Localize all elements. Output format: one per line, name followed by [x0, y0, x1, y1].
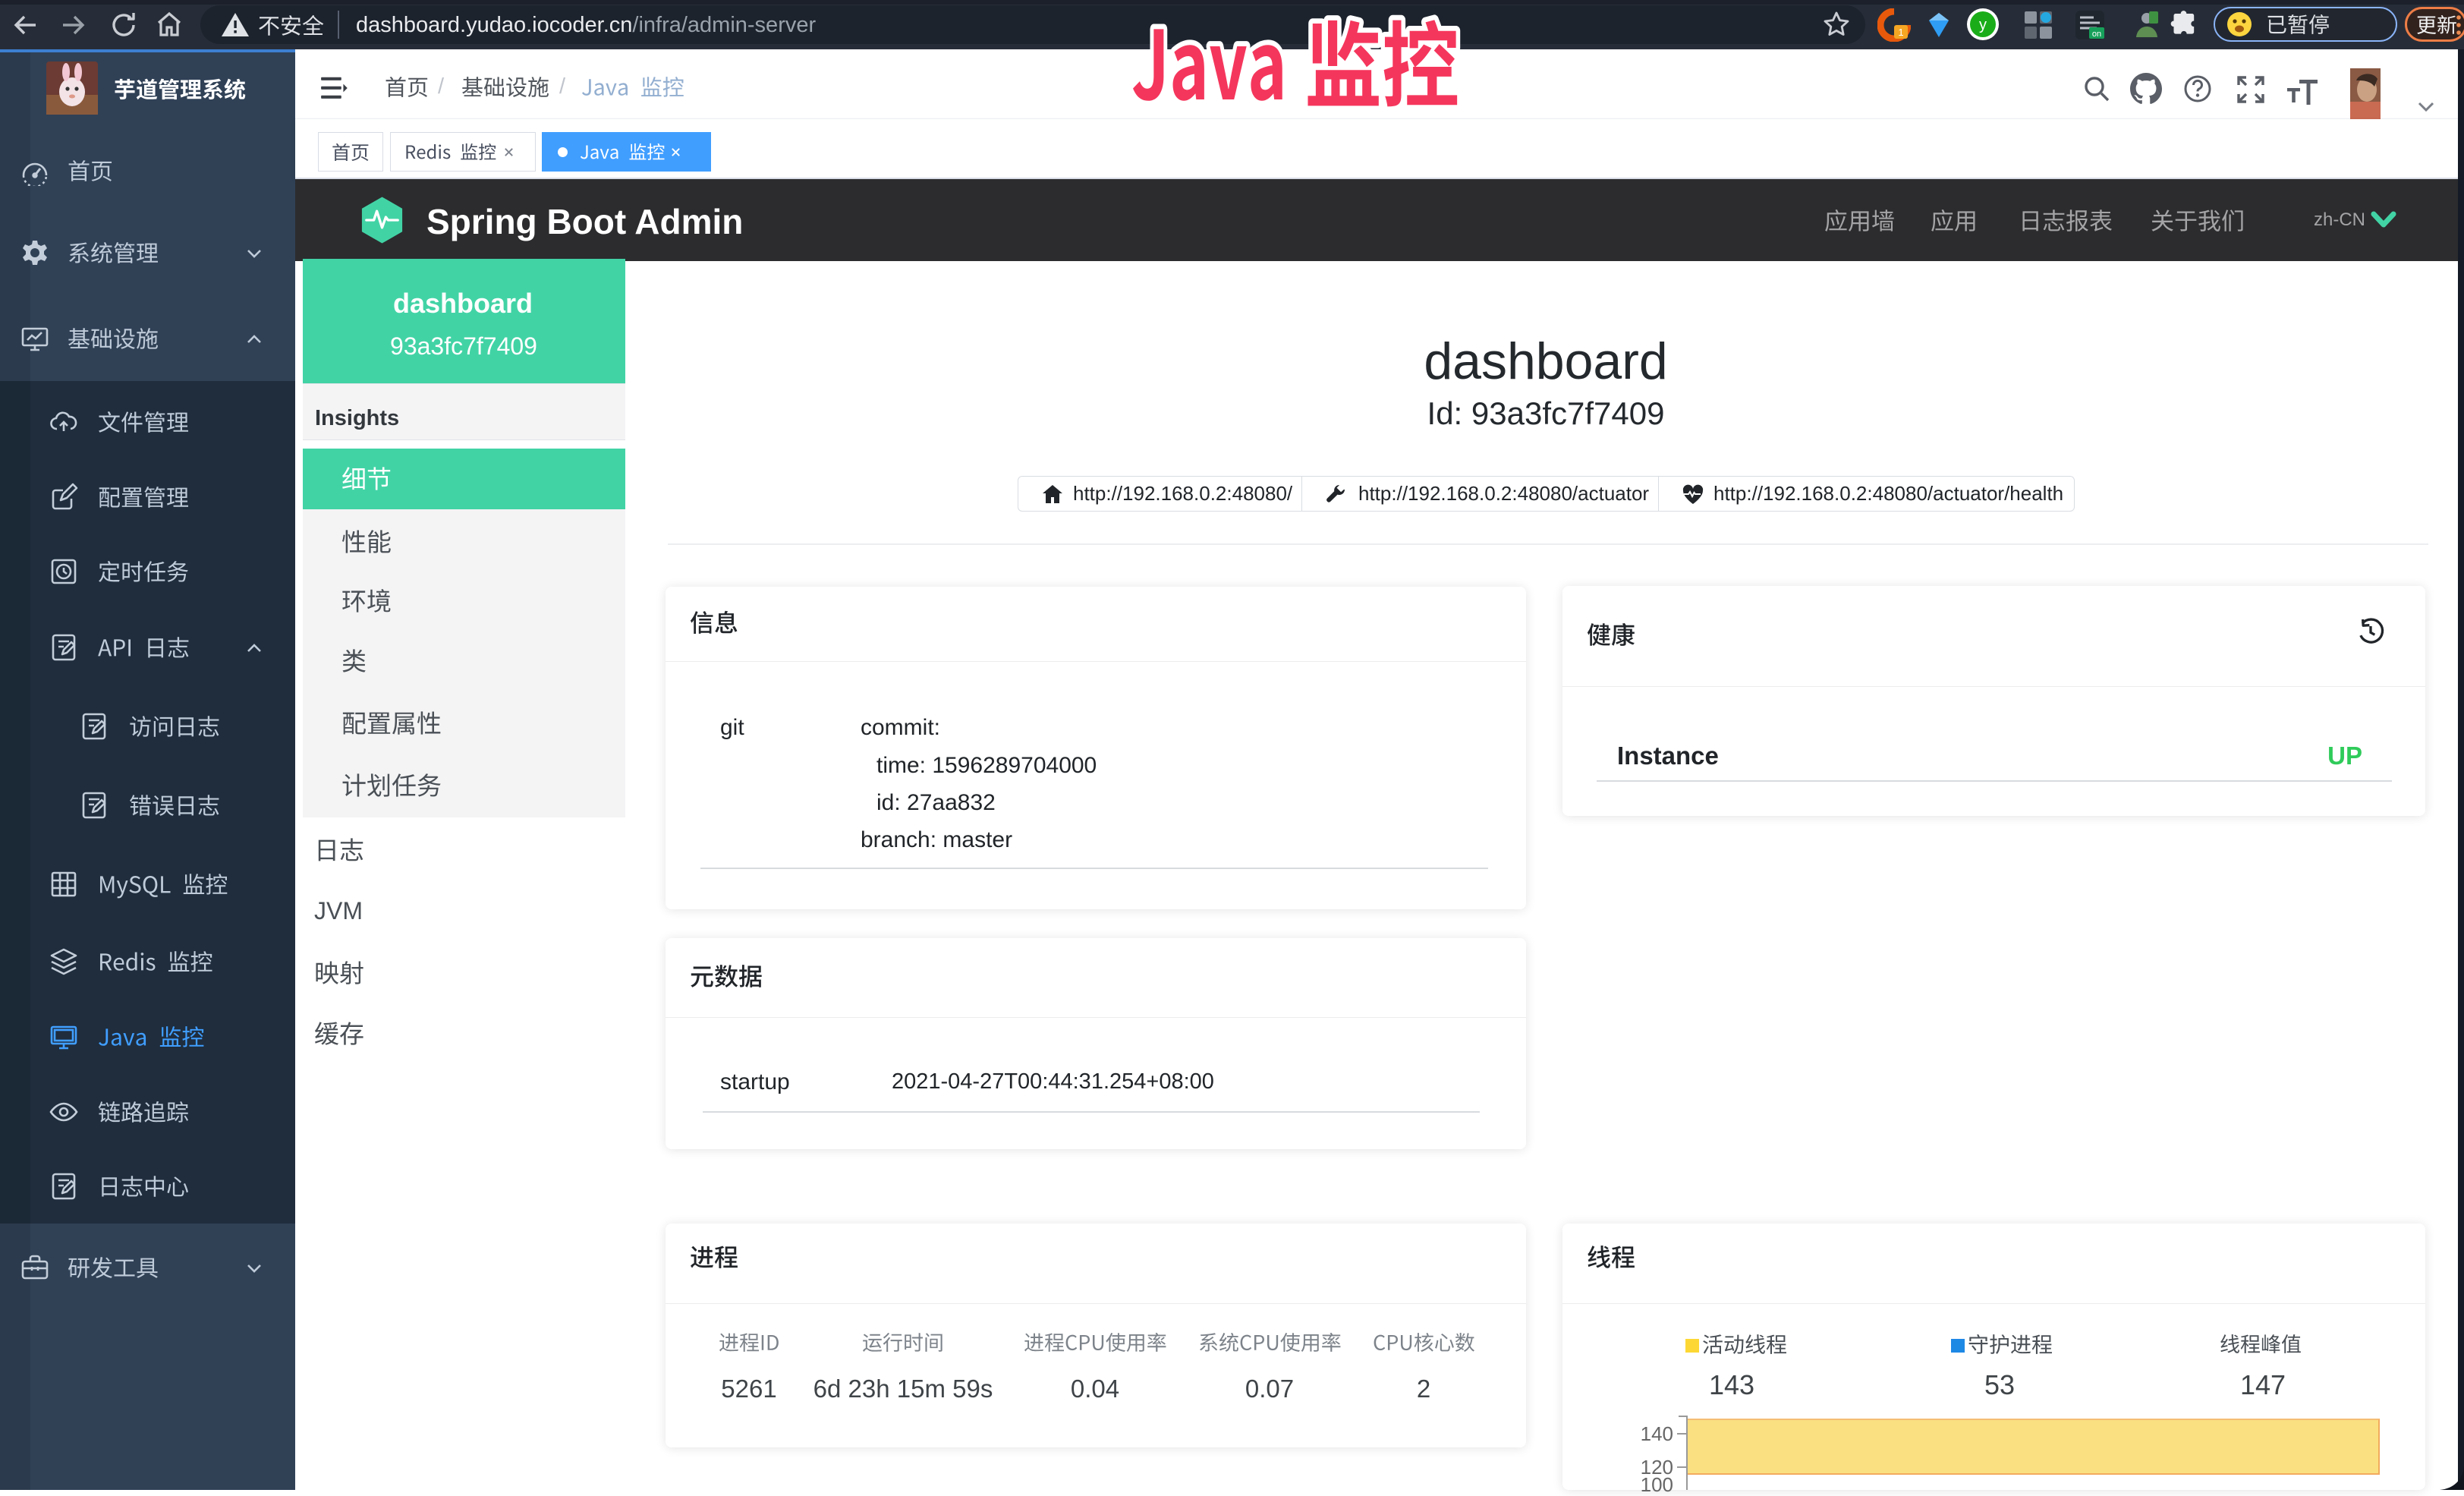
svg-text:y: y	[1979, 17, 1987, 33]
svg-text:1: 1	[1898, 27, 1903, 38]
svg-text:on: on	[2092, 30, 2101, 39]
